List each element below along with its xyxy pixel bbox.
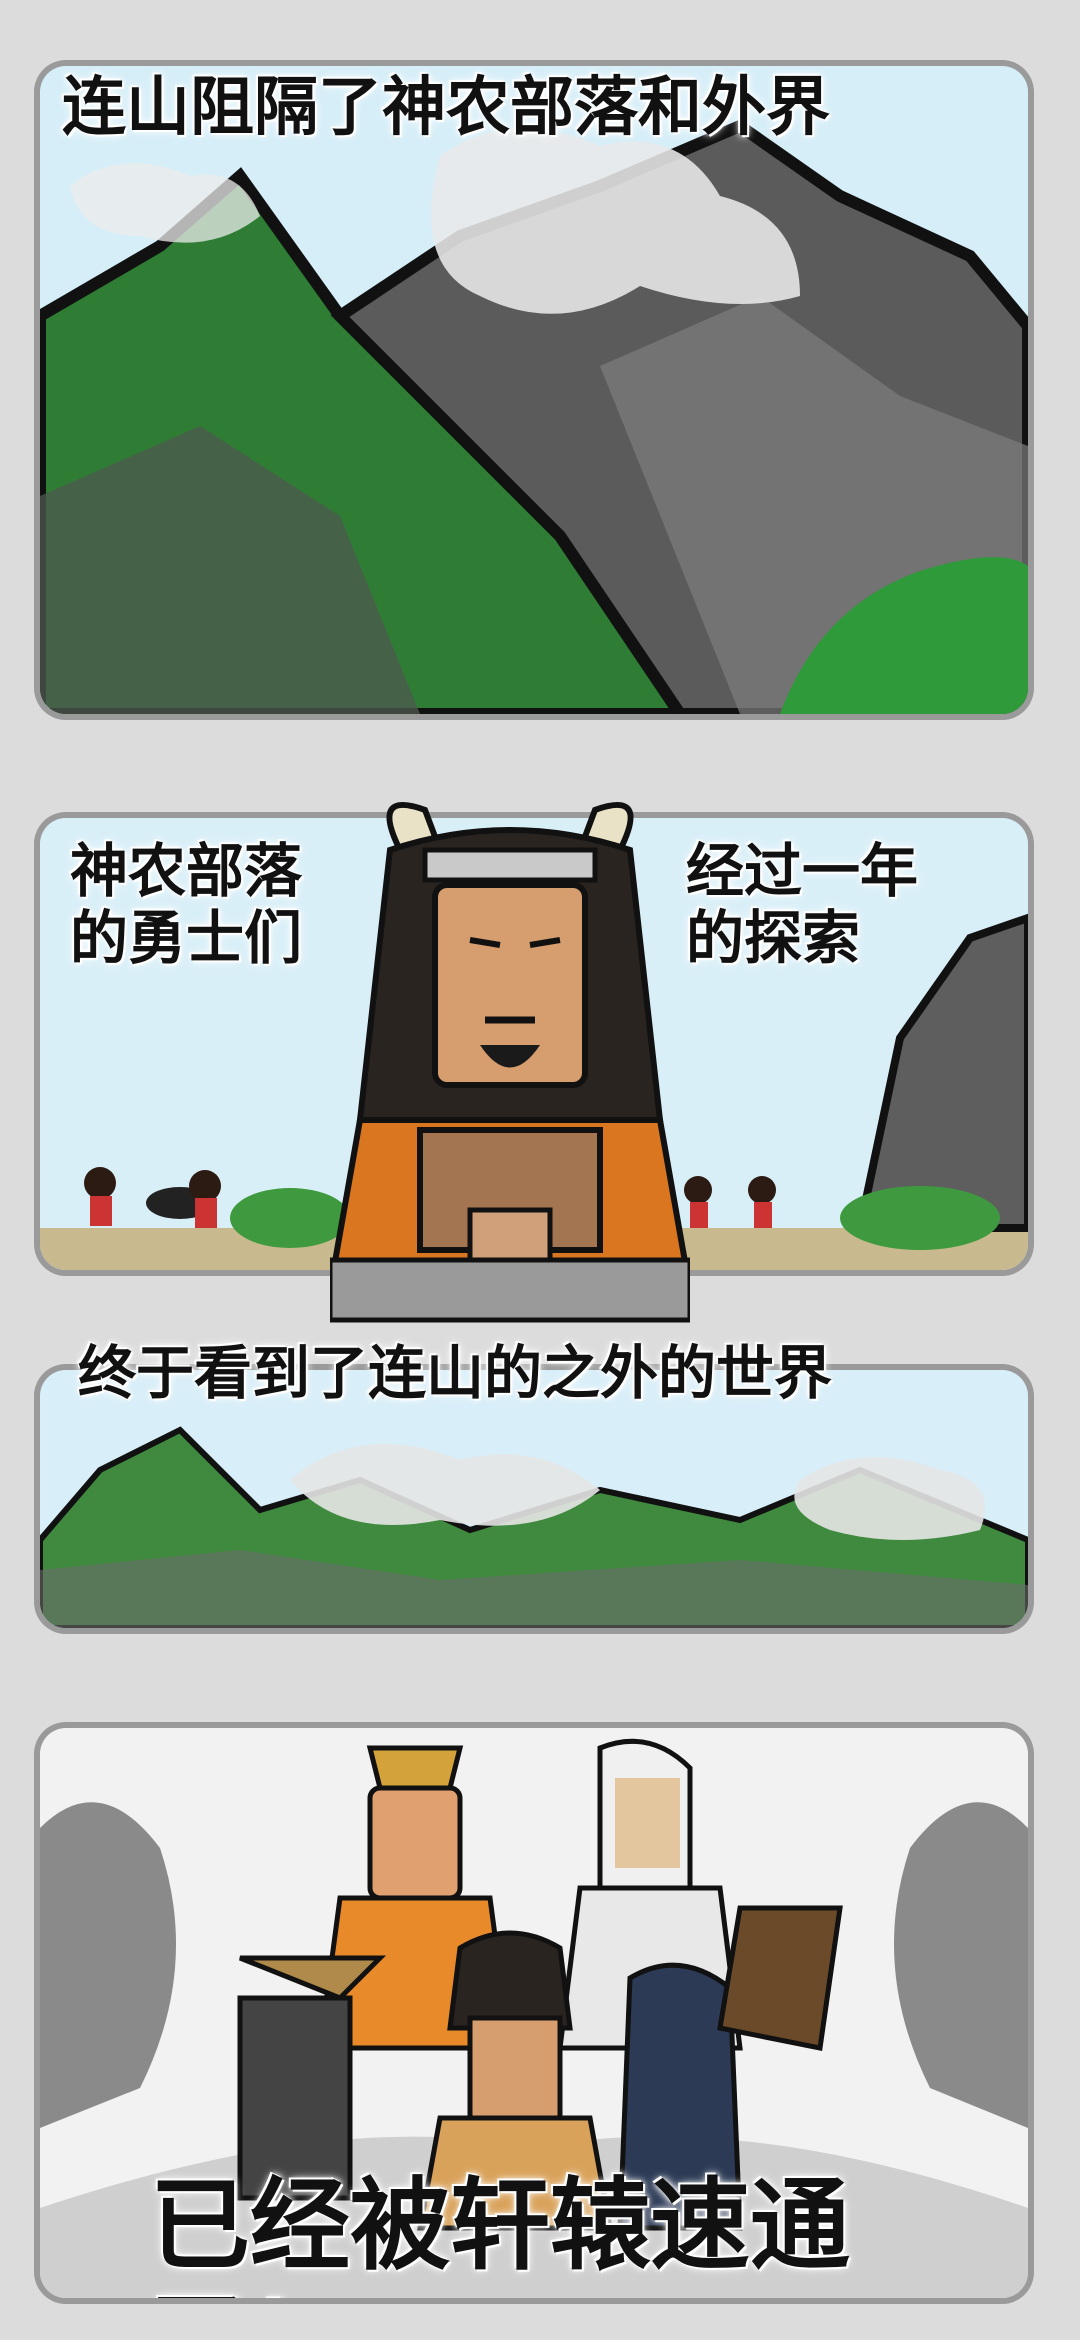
comic-panel-1: 连山阻隔了神农部落和外界 (40, 66, 1028, 714)
panel-2-caption-right: 经过一年 的探索 (686, 837, 919, 972)
shennong-chieftain-character (326, 790, 694, 1330)
mountain-illustration (40, 66, 1028, 714)
comic-panel-4: 已经被轩辕速通了！ (40, 1728, 1028, 2298)
panel-4-caption: 已经被轩辕速通了！ (150, 2167, 850, 2298)
panel-1-caption: 连山阻隔了神农部落和外界 (62, 71, 830, 145)
panel-3-caption: 终于看到了连山的之外的世界 (78, 1339, 833, 1407)
comic-panel-3 (40, 1370, 1028, 1628)
outer-world-illustration (40, 1370, 1028, 1628)
panel-2-caption-left: 神农部落 的勇士们 (70, 837, 303, 972)
